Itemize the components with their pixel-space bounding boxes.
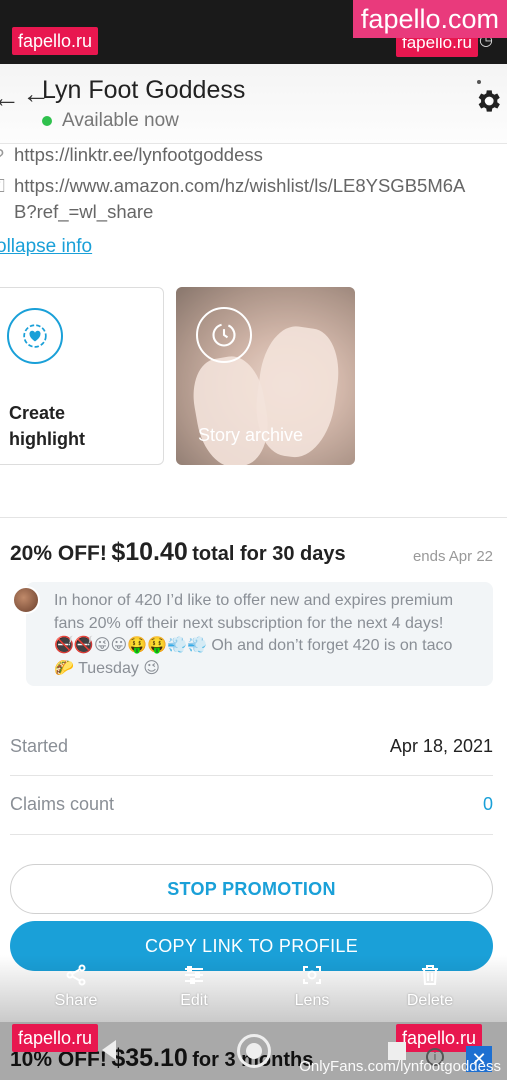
nav-home-icon[interactable] xyxy=(237,1034,271,1068)
credit-watermark: OnlyFans.com/lynfootgoddess xyxy=(299,1058,501,1075)
edit-label: Edit xyxy=(180,992,208,1009)
collapse-info-link[interactable]: ollapse info xyxy=(0,236,92,258)
availability-label: Available now xyxy=(62,110,179,131)
started-label: Started xyxy=(10,736,69,756)
share-icon xyxy=(36,962,116,988)
back-arrow-icon[interactable]: ← xyxy=(0,82,20,114)
share-button[interactable]: Share xyxy=(36,962,116,1010)
watermark-bottom-left: fapello.ru xyxy=(12,1024,99,1052)
trash-icon xyxy=(390,962,470,988)
avatar xyxy=(12,586,40,614)
delete-button[interactable]: Delete xyxy=(390,962,470,1010)
divider xyxy=(10,775,493,776)
heart-add-icon xyxy=(7,308,63,364)
promotion-title: 20% OFF! $10.40 total for 30 days xyxy=(10,538,346,566)
promotion-end-date: ends Apr 22 xyxy=(412,548,493,565)
claims-count-value[interactable]: 0 xyxy=(483,794,493,815)
lens-button[interactable]: Lens xyxy=(272,962,352,1010)
sliders-icon xyxy=(154,962,234,988)
watermark-top-right: fapello.com xyxy=(352,0,507,38)
create-highlight-label: Create highlight xyxy=(9,403,85,449)
stop-promotion-button[interactable]: STOP PROMOTION xyxy=(10,864,493,914)
nav-back-icon[interactable] xyxy=(102,1040,116,1060)
divider xyxy=(0,517,507,518)
profile-link-linktree[interactable]: https://linktr.ee/lynfootgoddess xyxy=(14,144,263,166)
gift-icon: ⍞ xyxy=(0,176,5,197)
chat-header: ← ← Lyn Foot Goddess Available now xyxy=(0,64,507,144)
lens-label: Lens xyxy=(294,992,330,1009)
online-dot-icon xyxy=(42,116,52,126)
lens-icon xyxy=(272,962,352,988)
link-icon: ? xyxy=(0,146,4,167)
settings-gear-icon[interactable] xyxy=(473,86,503,116)
create-highlight-card[interactable]: Create highlight xyxy=(0,287,164,465)
story-archive-label: Story archive xyxy=(198,425,304,445)
share-label: Share xyxy=(54,992,98,1009)
profile-title[interactable]: Lyn Foot Goddess xyxy=(42,76,245,105)
profile-link-amazon[interactable]: https://www.amazon.com/hz/wishlist/ls/LE… xyxy=(14,175,465,197)
started-value: Apr 18, 2021 xyxy=(389,736,493,756)
more-dot-icon xyxy=(477,80,481,84)
delete-label: Delete xyxy=(406,992,454,1009)
watermark-top-left: fapello.ru xyxy=(12,27,99,55)
profile-link-amazon-cont[interactable]: B?ref_=wl_share xyxy=(14,201,153,223)
story-archive-card[interactable]: Story archive xyxy=(176,287,355,465)
claims-count-label: Claims count xyxy=(10,794,115,814)
availability-status: Available now xyxy=(42,110,179,132)
divider xyxy=(10,834,493,835)
promotion-message: In honor of 420 I’d like to offer new an… xyxy=(54,592,454,677)
clock-history-icon xyxy=(196,307,252,363)
edit-button[interactable]: Edit xyxy=(154,962,234,1010)
